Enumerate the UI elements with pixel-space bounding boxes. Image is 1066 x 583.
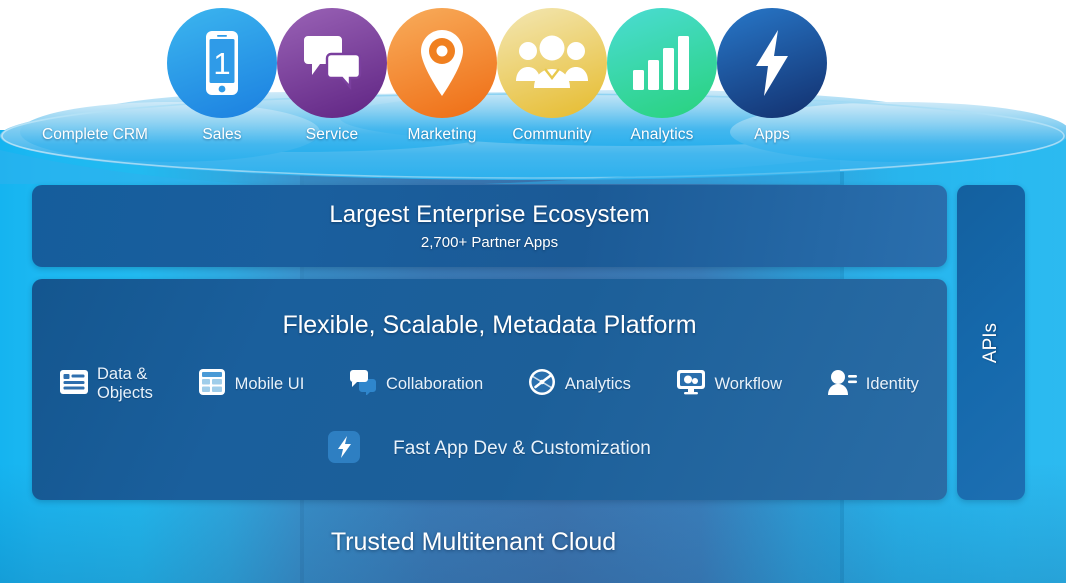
top-node-label: Sales [202,126,242,143]
lightning-bolt-square-icon [328,431,361,468]
bar-chart-icon [607,8,717,118]
feature-analytics[interactable]: Analytics [528,368,631,401]
feature-identity[interactable]: Identity [827,368,919,401]
people-group-icon [497,8,607,118]
feature-workflow[interactable]: Workflow [676,369,783,400]
apis-panel[interactable]: APIs [957,185,1025,500]
feature-label: Workflow [714,374,783,393]
feature-label: Mobile UI [234,374,305,393]
mobile-phone-icon: 1 [167,8,277,118]
data-objects-icon [60,368,88,401]
svg-text:1: 1 [213,46,230,81]
platform-feature-row-1: Data & Objects Mobile UI Collaboration A… [32,365,947,404]
top-node-marketing[interactable]: Marketing [387,8,497,143]
top-node-community[interactable]: Community [497,8,607,143]
top-node-sales[interactable]: 1 Sales [167,8,277,143]
top-node-label: Marketing [407,126,477,143]
feature-fast-app-dev[interactable]: Fast App Dev & Customization [328,431,651,468]
feature-label: Identity [865,374,919,393]
top-icon-row: 1 Sales Service Marketing Community Anal… [0,0,1066,150]
ecosystem-subtitle: 2,700+ Partner Apps [420,234,559,252]
top-node-label: Analytics [630,126,694,143]
top-node-label: Apps [754,126,790,143]
platform-panel: Flexible, Scalable, Metadata Platform Da… [32,279,947,500]
ecosystem-title: Largest Enterprise Ecosystem [329,200,650,228]
lightning-bolt-icon [717,8,827,118]
collaboration-icon [349,369,377,400]
feature-label: Analytics [564,374,631,393]
gauge-analytics-icon [528,368,556,401]
workflow-monitor-icon [676,369,706,400]
top-node-label: Community [512,126,592,143]
top-node-apps[interactable]: Apps [717,8,827,143]
platform-feature-row-2: Fast App Dev & Customization [32,431,947,468]
trusted-multitenant-cloud-label: Trusted Multitenant Cloud [330,528,617,556]
ecosystem-panel: Largest Enterprise Ecosystem 2,700+ Part… [32,185,947,267]
map-pin-icon [387,8,497,118]
feature-label: Data & Objects [97,365,153,403]
platform-title: Flexible, Scalable, Metadata Platform [282,311,697,339]
top-node-service[interactable]: Service [277,8,387,143]
top-node-label: Service [305,126,359,143]
apis-label: APIs [980,322,1001,363]
feature-collaboration[interactable]: Collaboration [349,369,483,400]
feature-mobile-ui[interactable]: Mobile UI [198,368,305,401]
feature-label: Collaboration [385,374,484,393]
mobile-ui-icon [198,368,226,401]
top-node-analytics[interactable]: Analytics [607,8,717,143]
feature-data-objects[interactable]: Data & Objects [60,365,153,404]
diagram-canvas: Complete CRM 1 Sales Service Marketing C… [0,0,1066,583]
identity-person-icon [827,368,857,401]
chat-bubbles-icon [277,8,387,118]
feature-label: Fast App Dev & Customization [393,438,651,460]
